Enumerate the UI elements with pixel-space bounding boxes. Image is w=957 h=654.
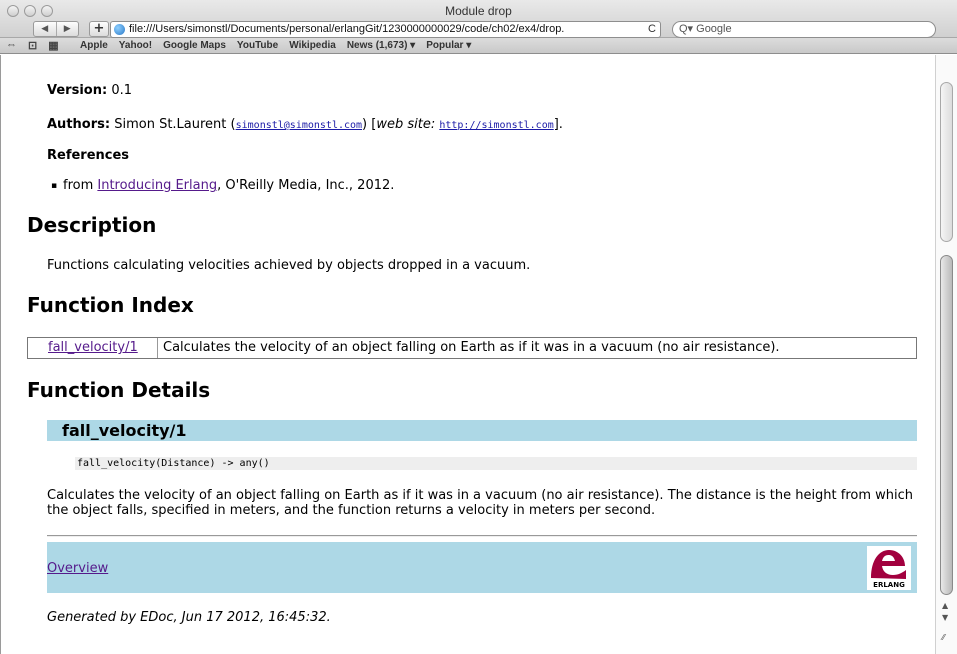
vertical-scrollbar[interactable]: ▲ ▼ ⁄⁄	[935, 55, 957, 654]
bookmark-wikipedia[interactable]: Wikipedia	[289, 40, 336, 51]
function-spec: fall_velocity(Distance) -> any()	[75, 457, 917, 470]
website-link[interactable]: http://simonstl.com	[439, 120, 553, 131]
add-bookmark-button[interactable]: +	[89, 21, 109, 37]
author-mid-text: ) [	[362, 117, 377, 132]
generated-footer-text: Generated by EDoc, Jun 17 2012, 16:45:32…	[47, 610, 331, 625]
table-cell-function: fall_velocity/1	[28, 338, 158, 358]
resize-grip-icon[interactable]: ⁄⁄	[942, 633, 945, 642]
window-titlebar: Module drop ◀ ▶ + file:///Users/simonstl…	[0, 0, 957, 38]
address-bar[interactable]: file:///Users/simonstl/Documents/persona…	[110, 21, 661, 38]
bookmark-youtube[interactable]: YouTube	[237, 40, 278, 51]
authors-label: Authors:	[47, 117, 111, 132]
function-header: fall_velocity/1	[47, 420, 917, 441]
references-heading-text: References	[47, 148, 130, 163]
description-heading: Description	[27, 213, 157, 237]
bookmark-apple[interactable]: Apple	[80, 40, 108, 51]
navbar-footer: Overview ERLANG	[47, 542, 917, 593]
function-description: Calculates the velocity of an object fal…	[47, 488, 914, 518]
version-line: Version: 0.1	[47, 83, 132, 99]
bookmark-news[interactable]: News (1,673) ▾	[347, 40, 415, 51]
divider	[47, 535, 917, 537]
address-bar-url: file:///Users/simonstl/Documents/persona…	[129, 23, 565, 35]
forward-button[interactable]: ▶	[57, 22, 79, 36]
globe-icon	[114, 24, 125, 35]
reading-list-icon[interactable]: ⇔	[6, 39, 17, 52]
function-index-table: fall_velocity/1 Calculates the velocity …	[27, 337, 917, 359]
reference-suffix: , O'Reilly Media, Inc., 2012.	[217, 178, 395, 193]
erlang-logo-icon[interactable]: ERLANG	[867, 546, 911, 590]
reference-book-link[interactable]: Introducing Erlang	[97, 178, 217, 193]
page-viewport: Version: 0.1 Authors: Simon St.Laurent (…	[0, 55, 957, 654]
function-index-link[interactable]: fall_velocity/1	[48, 340, 138, 355]
author-name: Simon St.Laurent (	[114, 117, 236, 132]
bookmarks-book-icon[interactable]: ⊡	[28, 39, 37, 52]
erlang-logo-text: ERLANG	[873, 581, 905, 589]
search-input[interactable]: Q▾ Google	[672, 21, 936, 38]
references-heading: References	[47, 148, 129, 164]
reference-prefix: from	[63, 178, 98, 193]
scroll-track-upper	[940, 82, 953, 242]
bookmarks-bar: ⇔ ⊡ ▦ Apple Yahoo! Google Maps YouTube W…	[0, 38, 957, 54]
back-forward-buttons: ◀ ▶	[33, 21, 79, 37]
overview-link[interactable]: Overview	[47, 561, 108, 577]
author-end-text: ].	[553, 117, 563, 132]
bookmark-popular[interactable]: Popular ▾	[426, 40, 471, 51]
table-cell-summary: Calculates the velocity of an object fal…	[163, 340, 780, 355]
window-title: Module drop	[445, 4, 512, 18]
bookmark-yahoo[interactable]: Yahoo!	[119, 40, 152, 51]
author-email-link[interactable]: simonstl@simonstl.com	[236, 120, 362, 131]
top-sites-grid-icon[interactable]: ▦	[48, 39, 58, 52]
scroll-up-icon[interactable]: ▲	[942, 601, 948, 610]
reference-list-item: from Introducing Erlang, O'Reilly Media,…	[51, 178, 395, 194]
function-index-heading: Function Index	[27, 293, 194, 317]
version-label: Version:	[47, 83, 108, 98]
scrollbar-thumb[interactable]	[940, 255, 953, 595]
reload-icon[interactable]: C	[645, 22, 656, 37]
bookmark-google-maps[interactable]: Google Maps	[163, 40, 226, 51]
version-value: 0.1	[111, 83, 132, 98]
authors-line: Authors: Simon St.Laurent (simonstl@simo…	[47, 117, 563, 134]
navigation-toolbar: ◀ ▶ + file:///Users/simonstl/Documents/p…	[0, 21, 957, 38]
scroll-down-icon[interactable]: ▼	[942, 613, 948, 622]
description-text: Functions calculating velocities achieve…	[47, 258, 531, 273]
function-details-heading: Function Details	[27, 378, 211, 402]
back-button[interactable]: ◀	[34, 22, 57, 36]
website-label: web site:	[376, 117, 436, 132]
